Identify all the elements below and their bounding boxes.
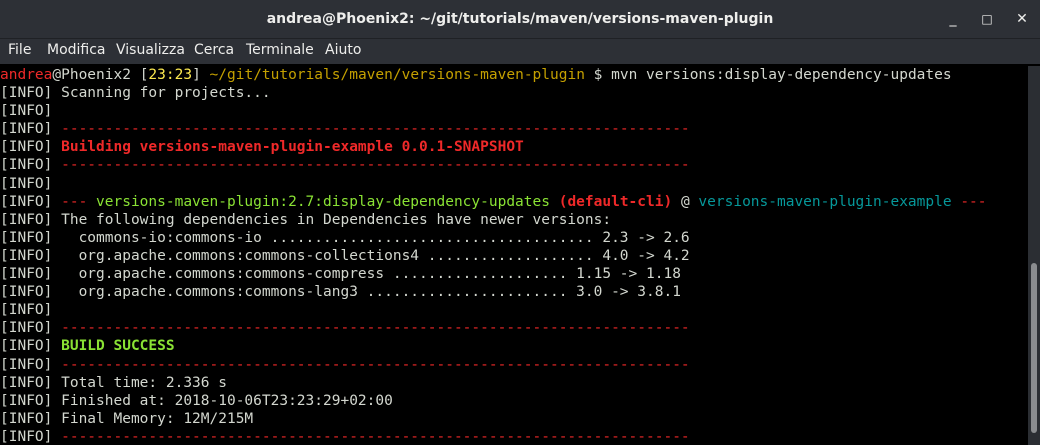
output-line: [INFO] commons-io:commons-io ...........…	[0, 229, 1028, 247]
text-segment: [INFO]	[0, 139, 62, 156]
output-line: [INFO]	[0, 301, 1028, 319]
menu-item-aiuto[interactable]: Aiuto	[325, 39, 361, 64]
text-segment: [INFO]	[0, 320, 62, 337]
title-bar[interactable]: andrea@Phoenix2: ~/git/tutorials/maven/v…	[0, 0, 1040, 39]
text-segment: [INFO] Finished at: 2018-10-06T23:23:29+…	[0, 392, 393, 409]
text-segment: ----------------------------------------…	[61, 320, 690, 337]
menu-item-file[interactable]: File	[8, 39, 31, 64]
text-segment: ----------------------------------------…	[61, 157, 690, 174]
text-segment: [INFO]	[0, 175, 53, 192]
output-line: [INFO] org.apache.commons:commons-collec…	[0, 247, 1028, 265]
output-line: [INFO] Finished at: 2018-10-06T23:23:29+…	[0, 392, 1028, 410]
text-segment: [INFO]	[0, 193, 62, 210]
terminal-lines: andrea@Phoenix2 [23:23] ~/git/tutorials/…	[0, 66, 1028, 445]
text-segment: [INFO] commons-io:commons-io ...........…	[0, 229, 690, 246]
text-segment: versions-maven-plugin-example	[698, 193, 952, 210]
text-segment: ~/git/tutorials/maven/versions-maven-plu…	[209, 67, 585, 83]
output-line: [INFO] org.apache.commons:commons-compre…	[0, 265, 1028, 283]
text-segment: [INFO] Total time: 2.336 s	[0, 374, 227, 391]
text-segment: [INFO]	[0, 103, 53, 120]
text-segment: [INFO] Final Memory: 12M/215M	[0, 410, 254, 427]
output-line: [INFO] org.apache.commons:commons-lang3 …	[0, 283, 1028, 301]
text-segment: [INFO]	[0, 356, 62, 373]
menu-item-terminale[interactable]: Terminale	[246, 39, 314, 64]
text-segment: [INFO]	[0, 157, 62, 174]
text-segment: $ mvn versions:display-dependency-update…	[584, 67, 952, 83]
output-line: [INFO] ---------------------------------…	[0, 356, 1028, 374]
menu-item-visualizza[interactable]: Visualizza	[116, 39, 185, 64]
output-line: [INFO] Total time: 2.336 s	[0, 374, 1028, 392]
maximize-icon[interactable]: □	[977, 9, 997, 29]
text-segment: ---	[951, 193, 987, 210]
output-line: [INFO] ---------------------------------…	[0, 319, 1028, 337]
output-line: [INFO]	[0, 102, 1028, 120]
text-segment: ----------------------------------------…	[61, 356, 690, 373]
output-line: [INFO] Scanning for projects...	[0, 84, 1028, 102]
vertical-scrollbar[interactable]	[1028, 66, 1040, 445]
scrollbar-thumb[interactable]	[1031, 263, 1037, 433]
output-line: [INFO] Final Memory: 12M/215M	[0, 410, 1028, 428]
text-segment: Building versions-maven-plugin-example 0…	[61, 139, 524, 156]
menu-item-modifica[interactable]: Modifica	[47, 39, 106, 64]
text-segment: @Phoenix2 [	[52, 67, 149, 83]
text-segment: @	[672, 193, 699, 210]
output-line: [INFO] BUILD SUCCESS	[0, 337, 1028, 355]
output-line: [INFO]	[0, 175, 1028, 193]
minimize-icon[interactable]: _	[943, 9, 963, 29]
output-line: [INFO] Building versions-maven-plugin-ex…	[0, 138, 1028, 156]
text-segment: ----------------------------------------…	[61, 428, 690, 445]
text-segment: BUILD SUCCESS	[61, 338, 175, 355]
text-segment: [INFO] org.apache.commons:commons-lang3 …	[0, 284, 681, 301]
output-line: [INFO] ---------------------------------…	[0, 120, 1028, 138]
output-line: [INFO] --- versions-maven-plugin:2.7:dis…	[0, 193, 1028, 211]
window-title: andrea@Phoenix2: ~/git/tutorials/maven/v…	[266, 11, 774, 27]
output-line: [INFO] The following dependencies in Dep…	[0, 211, 1028, 229]
text-segment: [INFO]	[0, 121, 62, 138]
text-segment: [INFO] org.apache.commons:commons-collec…	[0, 247, 690, 264]
text-segment: andrea	[0, 67, 53, 83]
terminal-window: andrea@Phoenix2: ~/git/tutorials/maven/v…	[0, 0, 1040, 445]
text-segment: [INFO] org.apache.commons:commons-compre…	[0, 266, 681, 283]
text-segment: ----------------------------------------…	[61, 121, 690, 138]
menu-bar: File Modifica Visualizza Cerca Terminale…	[0, 39, 1040, 64]
text-segment: [INFO]	[0, 302, 53, 319]
text-segment	[550, 194, 559, 210]
text-segment: versions-maven-plugin:2.7:display-depend…	[96, 193, 550, 210]
text-segment: ---	[61, 193, 97, 210]
text-segment: [INFO]	[0, 428, 62, 445]
text-segment: ]	[192, 67, 210, 83]
prompt-line: andrea@Phoenix2 [23:23] ~/git/tutorials/…	[0, 66, 1028, 84]
terminal-output[interactable]: andrea@Phoenix2 [23:23] ~/git/tutorials/…	[0, 66, 1028, 445]
output-line: [INFO] ---------------------------------…	[0, 428, 1028, 445]
output-line: [INFO] ---------------------------------…	[0, 156, 1028, 174]
text-segment: [INFO] The following dependencies in Dep…	[0, 211, 612, 228]
text-segment: 23:23	[148, 67, 193, 83]
text-segment: (default-cli)	[558, 193, 673, 210]
menu-item-cerca[interactable]: Cerca	[194, 39, 234, 64]
close-icon[interactable]: ✕	[1012, 9, 1032, 29]
text-segment: [INFO]	[0, 338, 62, 355]
text-segment: [INFO] Scanning for projects...	[0, 85, 271, 102]
